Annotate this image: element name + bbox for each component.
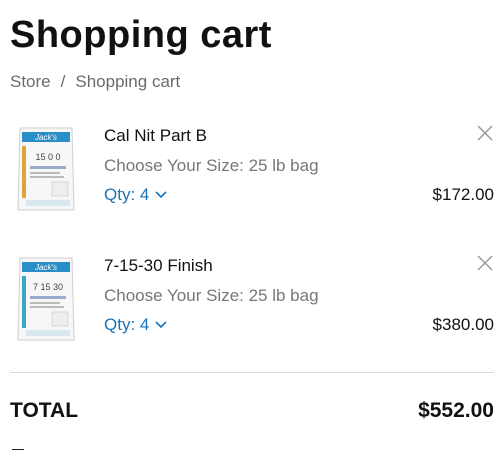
item-name[interactable]: 7-15-30 Finish — [104, 256, 213, 276]
qty-dropdown[interactable]: Qty: 4 — [104, 315, 167, 335]
product-image[interactable]: Jack's 15 0 0 — [12, 124, 80, 214]
cart-item: Jack's 15 0 0 Cal Nit Part B Choose Your… — [0, 124, 500, 224]
product-image[interactable]: Jack's 7 15 30 — [12, 254, 80, 344]
total-label: TOTAL — [10, 399, 79, 422]
close-icon[interactable] — [476, 254, 494, 272]
product-code: 7 15 30 — [33, 282, 63, 292]
product-code: 15 0 0 — [35, 152, 60, 162]
breadcrumb-separator: / — [60, 72, 66, 91]
item-price: $380.00 — [432, 315, 494, 334]
breadcrumb-current: Shopping cart — [75, 72, 181, 91]
item-name[interactable]: Cal Nit Part B — [104, 126, 207, 146]
qty-label: Qty: 4 — [104, 185, 150, 204]
cart-item: Jack's 7 15 30 7-15-30 Finish Choose You… — [0, 254, 500, 354]
page-title: Shopping cart — [10, 14, 272, 56]
item-variant: Choose Your Size: 25 lb bag — [104, 156, 319, 175]
product-brand: Jack's — [34, 133, 57, 142]
breadcrumb-store-link[interactable]: Store — [10, 72, 51, 91]
close-icon[interactable] — [476, 124, 494, 142]
divider — [10, 372, 494, 373]
total-value: $552.00 — [418, 399, 494, 422]
qty-dropdown[interactable]: Qty: 4 — [104, 185, 167, 205]
product-brand: Jack's — [34, 263, 57, 272]
item-variant: Choose Your Size: 25 lb bag — [104, 286, 319, 305]
chevron-down-icon — [155, 187, 167, 202]
breadcrumb: Store / Shopping cart — [10, 72, 180, 92]
qty-label: Qty: 4 — [104, 315, 150, 334]
item-price: $172.00 — [432, 185, 494, 204]
cut-off-text — [10, 442, 30, 450]
chevron-down-icon — [155, 317, 167, 332]
